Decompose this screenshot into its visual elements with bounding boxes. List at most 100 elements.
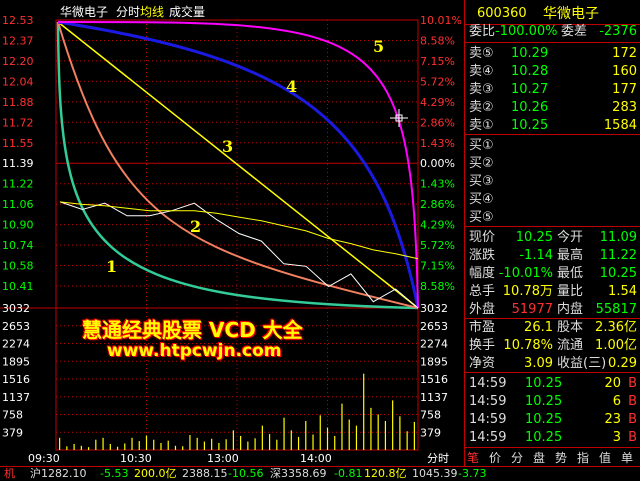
pct-tick-label: 5.72% (420, 239, 455, 252)
vol-tick-label: 1895 (2, 355, 30, 368)
stat-value: 55817 (595, 302, 637, 317)
stock-name: 华微电子 (543, 6, 599, 22)
trade-volume: 3 (612, 430, 621, 445)
time-tick-label: 09:30 (28, 452, 60, 465)
pct-tick-label: 4.29% (420, 96, 455, 109)
watermark-url: www.htpcwjn.com (107, 341, 282, 361)
time-tick-label: 14:00 (300, 452, 332, 465)
price-tick-label: 11.88 (2, 96, 34, 109)
time-tick-label: 13:00 (207, 452, 239, 465)
fund-value: 10.78% (503, 338, 553, 353)
trade-row: 14:59 10.25 20 B (465, 374, 640, 394)
stat-row: 幅度 -10.01% 最低 10.25 (465, 264, 640, 284)
sell-row: 卖③ 10.27 177 (465, 80, 640, 100)
vol-tick-label: 758 (2, 409, 23, 422)
stat-value: 10.25 (599, 266, 637, 281)
stock-code: 600360 (477, 6, 527, 21)
fund-label: 换手 (469, 338, 496, 353)
pct-tick-label: 0.00% (420, 157, 455, 170)
pct-tick-label: 1.43% (420, 137, 455, 150)
intraday-chart: 12.53 10.01% 12.37 8.58% 12.20 7.15% 12.04 5.72… (0, 0, 464, 466)
trade-side: B (628, 412, 637, 427)
trade-time: 14:59 (469, 412, 507, 427)
trade-side: B (628, 394, 637, 409)
panel-tab[interactable]: 单 (621, 449, 633, 466)
vol-tick-label-right: 379 (420, 426, 441, 439)
curve-label: 2 (190, 217, 201, 236)
stat-value: 10.25 (515, 230, 553, 245)
stat-label: 外盘 (469, 302, 496, 317)
vol-tick-label: 1137 (2, 391, 30, 404)
panel-tab[interactable]: 势 (555, 449, 567, 466)
price-tick-label: 10.74 (2, 239, 34, 252)
trade-price: 10.25 (525, 412, 563, 427)
vol-tick-label-right: 1516 (420, 373, 448, 386)
stat-label: 涨跌 (469, 248, 496, 263)
fund-value: 2.36亿 (595, 320, 637, 335)
vol-tick-label-right: 1895 (420, 355, 448, 368)
fund-label: 股本 (557, 320, 584, 335)
quote-panel: 600360 华微电子 委比 -100.00% 委差 -2376 卖⑤ 10.29… (464, 0, 640, 466)
fund-value: 1.00亿 (595, 338, 637, 353)
fund-label: 市盈 (469, 320, 496, 335)
price-tick-label: 10.41 (2, 280, 34, 293)
buy-label: 买② (469, 156, 494, 171)
pct-tick-label: 5.72% (420, 75, 455, 88)
stat-value: 11.09 (599, 230, 637, 245)
trade-volume: 20 (604, 376, 621, 391)
panel-tab[interactable]: 分 (511, 449, 523, 466)
trade-time: 14:59 (469, 430, 507, 445)
sell-row: 卖⑤ 10.29 172 (465, 44, 640, 64)
sell-row: 卖① 10.25 1584 (465, 116, 640, 136)
sell-price: 10.25 (511, 118, 549, 133)
price-tick-label: 11.55 (2, 137, 34, 150)
vol-tick-label: 2274 (2, 338, 30, 351)
price-tick-label: 11.22 (2, 178, 34, 191)
pct-tick-label: 10.01% (420, 14, 462, 27)
stat-row: 总手 10.78万 量比 1.54 (465, 282, 640, 302)
sell-volume: 177 (612, 82, 637, 97)
chart-title-mode: 分时 (116, 5, 140, 19)
sell-label: 卖④ (469, 64, 494, 79)
sell-volume: 1584 (603, 118, 637, 133)
sell-row: 卖④ 10.28 160 (465, 62, 640, 82)
sell-volume: 160 (612, 64, 637, 79)
stat-label: 内盘 (557, 302, 584, 317)
curve-label: 5 (373, 37, 384, 56)
vol-tick-label-right: 758 (420, 409, 441, 422)
price-tick-label: 10.90 (2, 219, 34, 232)
vol-tick-label: 379 (2, 426, 23, 439)
fund-label: 流通 (557, 338, 584, 353)
panel-tab[interactable]: 笔 (467, 449, 479, 466)
stat-label: 总手 (469, 284, 496, 299)
chart-header: 华微电子 分时 均线 成交量 (60, 4, 205, 19)
price-tick-label: 12.53 (2, 14, 34, 27)
panel-tabs: 笔价分盘势指值单 (465, 449, 640, 465)
chart-legend-vol: 成交量 (169, 4, 205, 19)
ticker-sz: 深3358.69 (270, 467, 327, 480)
trade-price: 10.25 (525, 394, 563, 409)
trade-volume: 23 (604, 412, 621, 427)
buy-label: 买① (469, 138, 494, 153)
trade-row: 14:59 10.25 23 B (465, 410, 640, 430)
curve-label: 4 (286, 77, 297, 96)
panel-tab[interactable]: 盘 (533, 449, 545, 466)
pct-tick-label: 4.29% (420, 219, 455, 232)
stat-value: -10.01% (498, 266, 553, 281)
vol-tick-label: 2653 (2, 320, 30, 333)
sell-volume: 172 (612, 46, 637, 61)
vol-tick-label: 3032 (2, 302, 30, 315)
sell-price: 10.28 (511, 64, 549, 79)
ticker-sz-chg: -0.81 (334, 467, 363, 480)
panel-tab[interactable]: 值 (599, 449, 611, 466)
stat-label: 量比 (557, 284, 584, 299)
sell-label: 卖⑤ (469, 46, 494, 61)
sell-volume: 283 (612, 100, 637, 115)
trade-price: 10.25 (525, 430, 563, 445)
wecha-value: -2376 (599, 24, 637, 39)
panel-tab[interactable]: 价 (489, 449, 501, 466)
buy-row: 买① (465, 136, 640, 156)
sell-label: 卖① (469, 118, 494, 133)
panel-tab[interactable]: 指 (577, 449, 589, 466)
buy-row: 买③ (465, 172, 640, 192)
